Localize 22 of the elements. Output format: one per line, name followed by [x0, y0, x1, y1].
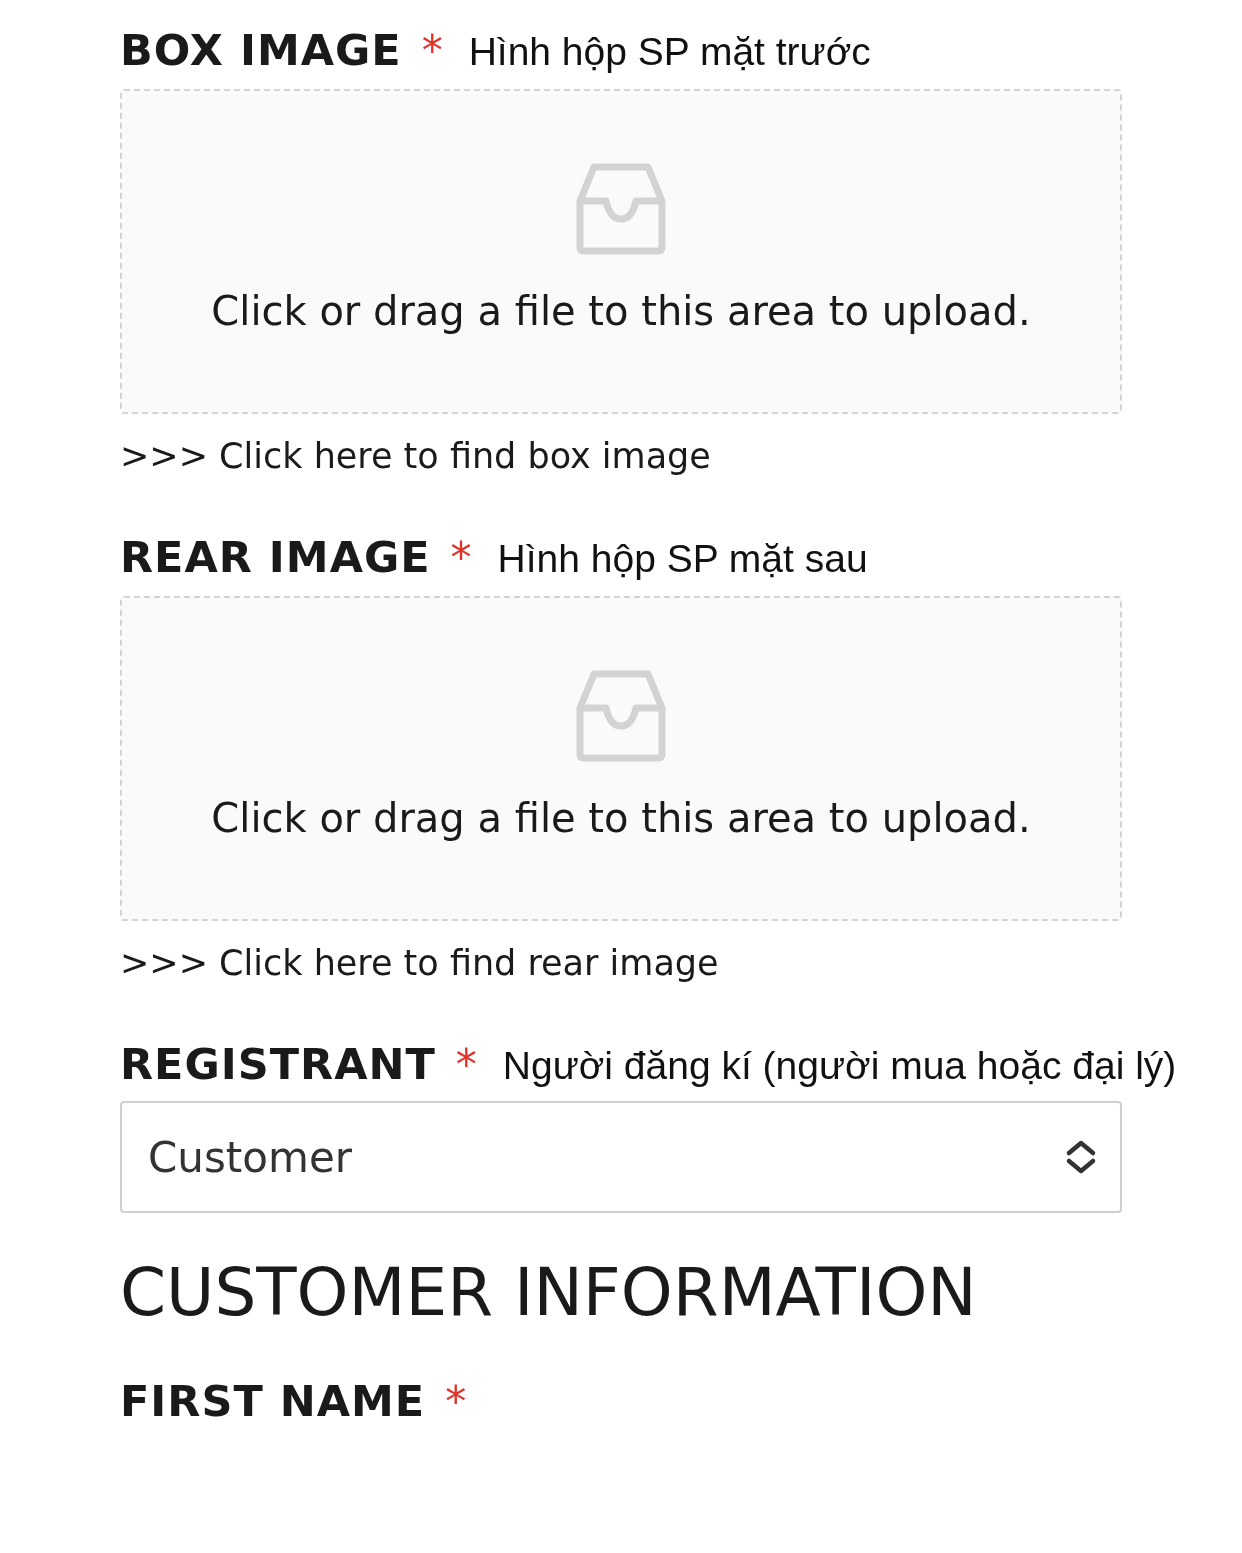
required-mark: * — [455, 1040, 477, 1090]
field-note: Hình hộp SP mặt sau — [497, 536, 868, 582]
section-title: CUSTOMER INFORMATION — [120, 1253, 978, 1333]
field-note: Người đăng kí (người mua hoặc đại lý) — [502, 1043, 1177, 1089]
upload-dropzone[interactable]: Click or drag a file to this area to upload. — [120, 596, 1122, 922]
required-mark: * — [445, 1377, 467, 1426]
inbox-icon — [576, 162, 666, 255]
upload-hint: Click or drag a file to this area to upload. — [211, 793, 1031, 843]
field-label: FIRST NAME — [120, 1376, 426, 1426]
field-label: BOX IMAGE — [120, 26, 402, 76]
required-mark: * — [421, 27, 443, 76]
field-label: REGISTRANT — [120, 1039, 436, 1090]
find-image-link[interactable]: >>> Click here to find box image — [120, 430, 711, 483]
chevron-icon — [1064, 1139, 1098, 1176]
registrant-select[interactable]: Customer — [120, 1101, 1122, 1214]
field-label: REAR IMAGE — [120, 532, 431, 583]
upload-hint: Click or drag a file to this area to upload. — [211, 286, 1031, 336]
required-mark: * — [450, 533, 472, 583]
find-image-link[interactable]: >>> Click here to find rear image — [120, 937, 719, 990]
inbox-icon — [576, 669, 666, 762]
upload-dropzone[interactable]: Click or drag a file to this area to upload. — [120, 89, 1122, 415]
field-note: Hình hộp SP mặt trước — [468, 30, 871, 75]
